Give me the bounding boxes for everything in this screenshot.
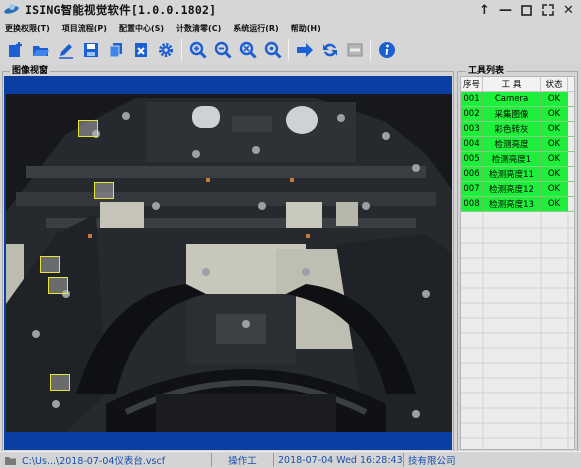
tool-name: 检测亮度11	[483, 167, 541, 181]
menu-help[interactable]: 帮助(H)	[291, 23, 321, 34]
tool-status: OK	[541, 182, 568, 196]
tool-name: Camera	[483, 92, 541, 106]
zoom-in-icon[interactable]	[185, 38, 210, 62]
app-logo-icon	[3, 3, 21, 17]
tool-index: 008	[461, 197, 483, 211]
tool-row[interactable]: 006 检测亮度11 OK	[461, 167, 574, 182]
settings-icon[interactable]	[153, 38, 178, 62]
close-button[interactable]: ✕	[558, 2, 579, 18]
window-controls: ↑ — ✕	[474, 2, 579, 18]
menu-system-run[interactable]: 系统运行(R)	[233, 23, 278, 34]
tool-index: 002	[461, 107, 483, 121]
header-tool: 工 具	[483, 77, 541, 91]
menu-count-reset[interactable]: 计数清零(C)	[176, 23, 221, 34]
delete-icon[interactable]	[128, 38, 153, 62]
tool-name: 检测亮度12	[483, 182, 541, 196]
maximize-button[interactable]	[516, 2, 537, 18]
menu-config-center[interactable]: 配置中心(S)	[119, 23, 164, 34]
tool-row[interactable]: 003 彩色转灰 OK	[461, 122, 574, 137]
tool-index: 007	[461, 182, 483, 196]
header-index: 序号	[461, 77, 483, 91]
tool-index: 004	[461, 137, 483, 151]
fullscreen-button[interactable]	[537, 2, 558, 18]
open-icon[interactable]	[28, 38, 53, 62]
menu-change-permission[interactable]: 更换权限(T)	[5, 23, 50, 34]
tool-row[interactable]: 005 检测亮度1 OK	[461, 152, 574, 167]
status-bar: C:\Us...\2018-07-04仪表台.vscf 操作工 2018-07-…	[0, 451, 581, 468]
tool-list-header: 序号 工 具 状态	[461, 77, 574, 92]
tool-status: OK	[541, 92, 568, 106]
tool-row[interactable]: 007 检测亮度12 OK	[461, 182, 574, 197]
run-icon[interactable]	[292, 38, 317, 62]
tool-index: 006	[461, 167, 483, 181]
tool-status: OK	[541, 152, 568, 166]
image-panel-title: 图像视窗	[10, 63, 51, 76]
stop-icon[interactable]	[342, 38, 367, 62]
inspection-mark[interactable]	[48, 277, 68, 294]
empty-grid	[461, 213, 574, 449]
zoom-fit-icon[interactable]	[235, 38, 260, 62]
tool-status: OK	[541, 107, 568, 121]
toolbar-separator	[181, 39, 182, 61]
menu-project-flow[interactable]: 项目流程(P)	[62, 23, 107, 34]
tool-index: 001	[461, 92, 483, 106]
zoom-out-icon[interactable]	[210, 38, 235, 62]
tool-row[interactable]: 008 检测亮度13 OK	[461, 197, 574, 212]
tool-index: 003	[461, 122, 483, 136]
header-status: 状态	[541, 77, 568, 91]
tool-list[interactable]: 序号 工 具 状态 001 Camera OK 002 采集图像 OK 003 …	[460, 76, 575, 450]
inspection-mark[interactable]	[78, 120, 98, 137]
camera-image[interactable]	[6, 94, 452, 432]
tool-status: OK	[541, 137, 568, 151]
inspection-mark[interactable]	[50, 374, 70, 391]
tool-row[interactable]: 004 检测亮度 OK	[461, 137, 574, 152]
tool-name: 采集图像	[483, 107, 541, 121]
title-bar: ISING智能视觉软件[1.0.0.1802] ↑ — ✕	[0, 0, 581, 20]
new-icon[interactable]	[3, 38, 28, 62]
tool-name: 彩色转灰	[483, 122, 541, 136]
tool-row[interactable]: 002 采集图像 OK	[461, 107, 574, 122]
dashboard-part-image	[6, 94, 452, 432]
zoom-reset-icon[interactable]	[260, 38, 285, 62]
inspection-mark[interactable]	[40, 256, 60, 273]
copy-icon[interactable]	[103, 38, 128, 62]
minimize-button[interactable]: —	[495, 2, 516, 18]
cycle-icon[interactable]	[317, 38, 342, 62]
tool-status: OK	[541, 167, 568, 181]
toolbar-separator	[288, 39, 289, 61]
folder-icon	[2, 453, 18, 467]
edit-icon[interactable]	[53, 38, 78, 62]
tool-panel-title: 工具列表	[466, 63, 507, 76]
tool-status: OK	[541, 197, 568, 211]
status-datetime: 2018-07-04 Wed 16:28:43	[274, 453, 404, 467]
menu-bar: 更换权限(T) 项目流程(P) 配置中心(S) 计数清零(C) 系统运行(R) …	[0, 20, 581, 36]
status-user: 操作工	[212, 453, 274, 467]
tool-status: OK	[541, 122, 568, 136]
image-viewport[interactable]	[4, 76, 452, 450]
status-project-file: C:\Us...\2018-07-04仪表台.vscf	[18, 453, 212, 467]
tool-index: 005	[461, 152, 483, 166]
inspection-mark[interactable]	[94, 182, 114, 199]
info-icon[interactable]	[374, 38, 399, 62]
tool-name: 检测亮度13	[483, 197, 541, 211]
tool-name: 检测亮度	[483, 137, 541, 151]
toolbar-separator	[370, 39, 371, 61]
pin-icon[interactable]: ↑	[474, 2, 495, 18]
tool-row[interactable]: 001 Camera OK	[461, 92, 574, 107]
tool-name: 检测亮度1	[483, 152, 541, 166]
window-title: ISING智能视觉软件[1.0.0.1802]	[25, 3, 217, 17]
status-company: 技有限公司	[408, 456, 456, 467]
save-icon[interactable]	[78, 38, 103, 62]
toolbar	[0, 36, 581, 64]
